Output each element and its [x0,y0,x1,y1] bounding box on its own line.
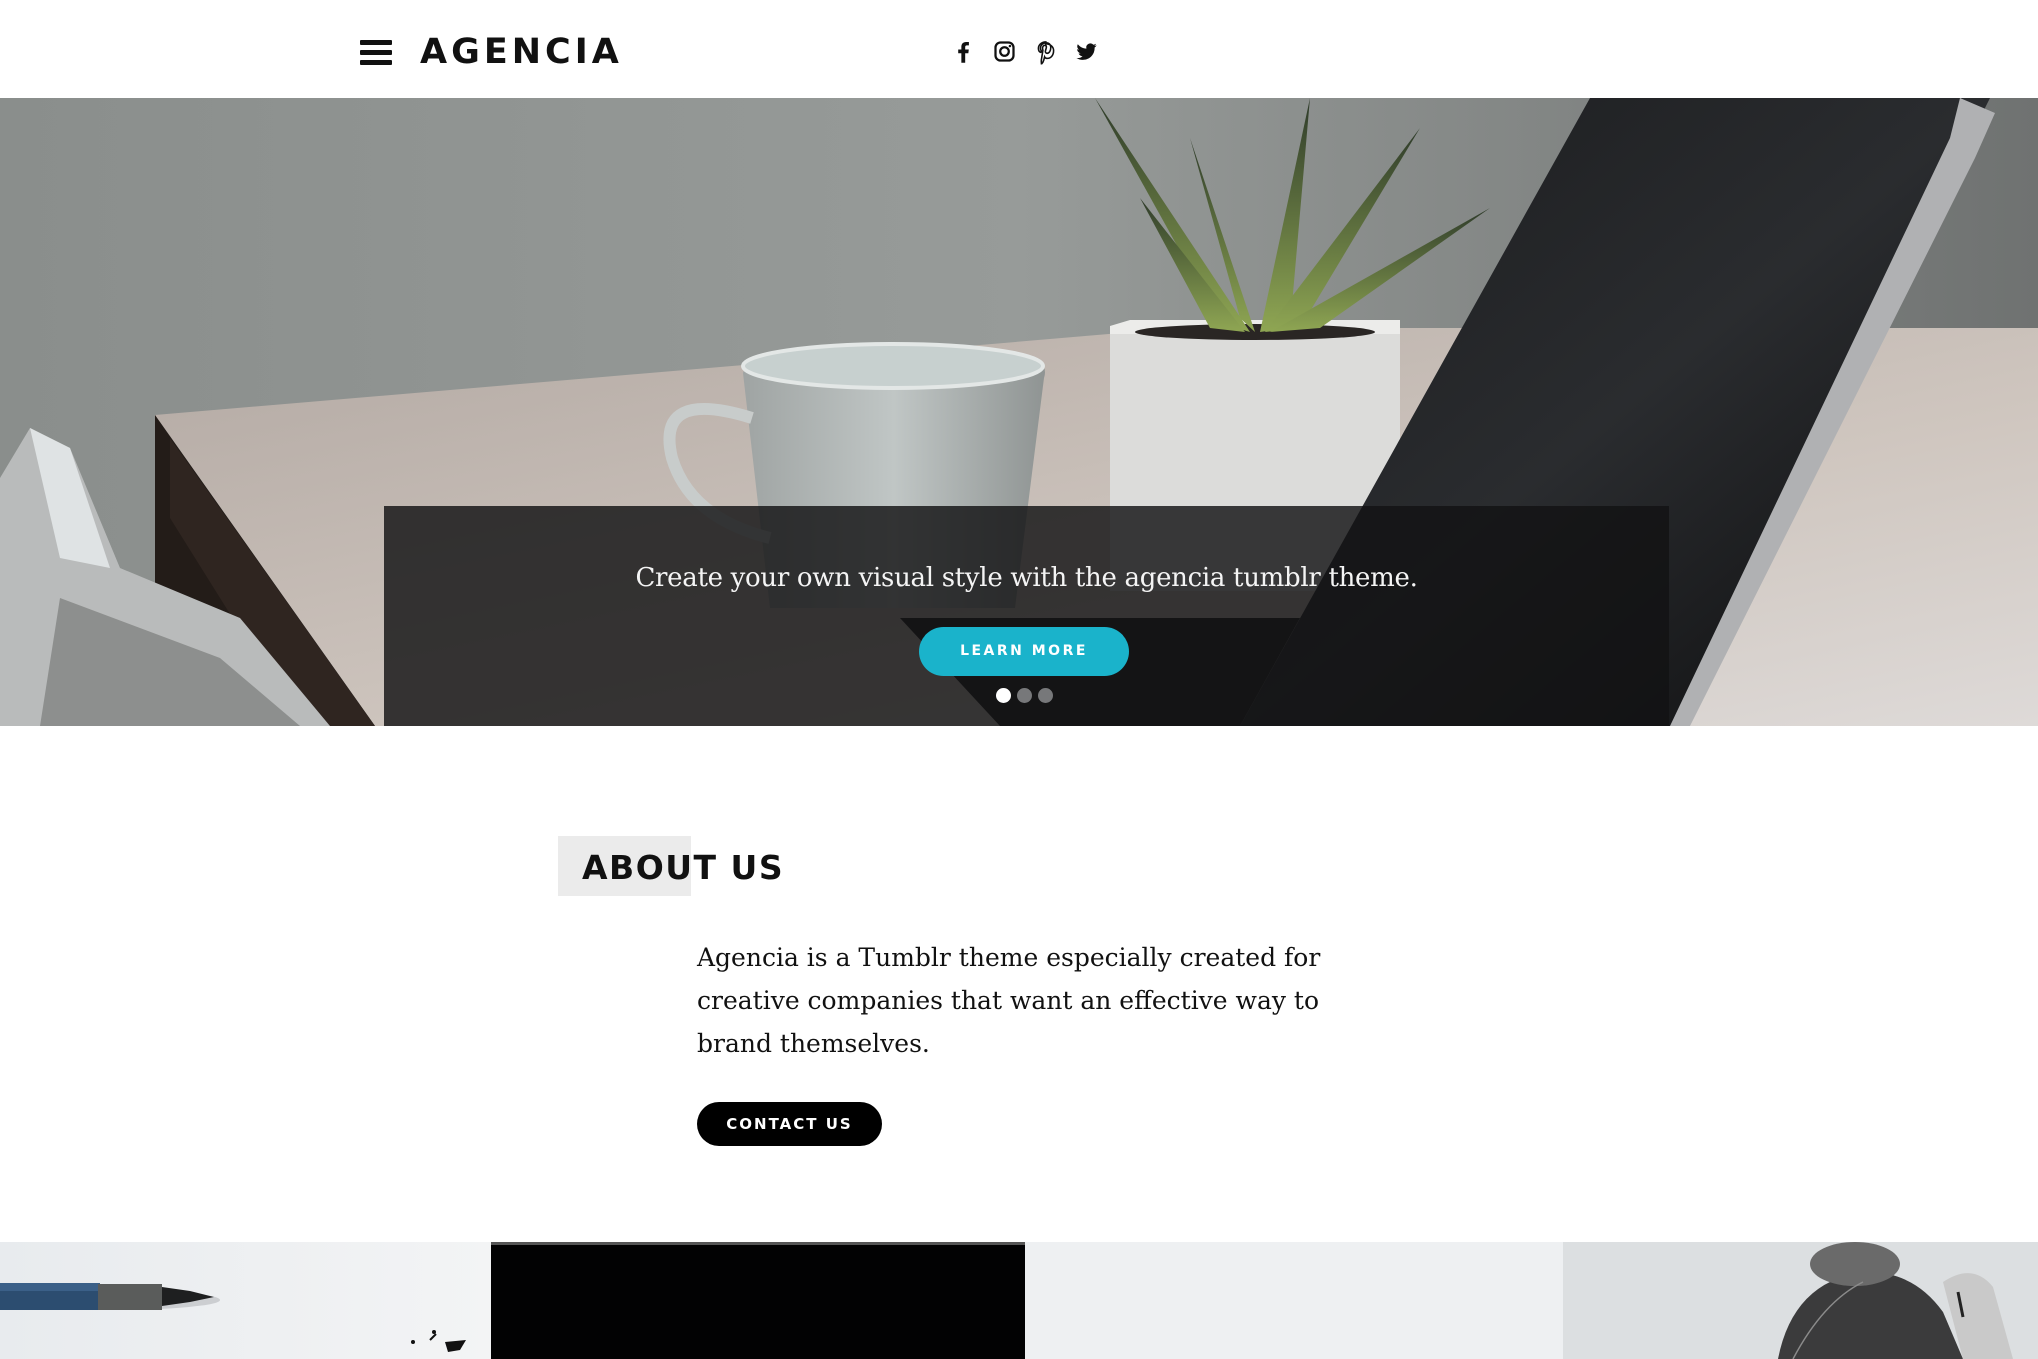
slide-dot-2[interactable] [1017,688,1032,703]
site-header: AGENCIA [0,0,2038,98]
portfolio-tile-1[interactable] [0,1242,491,1359]
instagram-icon [994,40,1015,62]
hero-caption-box: Create your own visual style with the ag… [384,506,1669,726]
learn-more-button[interactable]: LEARN MORE [919,627,1129,676]
twitter-link[interactable] [1073,38,1100,65]
pen-image [0,1242,491,1359]
portfolio-tile-2[interactable] [491,1242,1025,1359]
hero-caption: Create your own visual style with the ag… [635,563,1418,593]
facebook-icon [958,41,969,63]
tile-top-edge [491,1242,1025,1245]
twitter-icon [1076,42,1097,60]
social-links [950,36,1100,66]
instagram-link[interactable] [991,38,1018,65]
contact-us-button[interactable]: CONTACT US [697,1102,882,1146]
hero-slider: Create your own visual style with the ag… [0,98,2038,726]
portfolio-tile-3[interactable] [1025,1242,1563,1359]
pinterest-icon [1037,40,1055,64]
woman-portrait-image [1563,1242,2038,1359]
site-logo[interactable]: AGENCIA [420,30,623,74]
portfolio-grid [0,1242,2038,1359]
slider-pagination [996,688,1053,703]
pinterest-link[interactable] [1032,38,1059,65]
slide-dot-1[interactable] [996,688,1011,703]
about-description: Agencia is a Tumblr theme especially cre… [697,943,1321,1058]
slide-dot-3[interactable] [1038,688,1053,703]
portfolio-tile-4[interactable] [1563,1242,2038,1359]
about-title: ABOUT US [582,848,785,887]
facebook-link[interactable] [950,38,977,65]
hamburger-menu-icon[interactable] [360,38,392,66]
